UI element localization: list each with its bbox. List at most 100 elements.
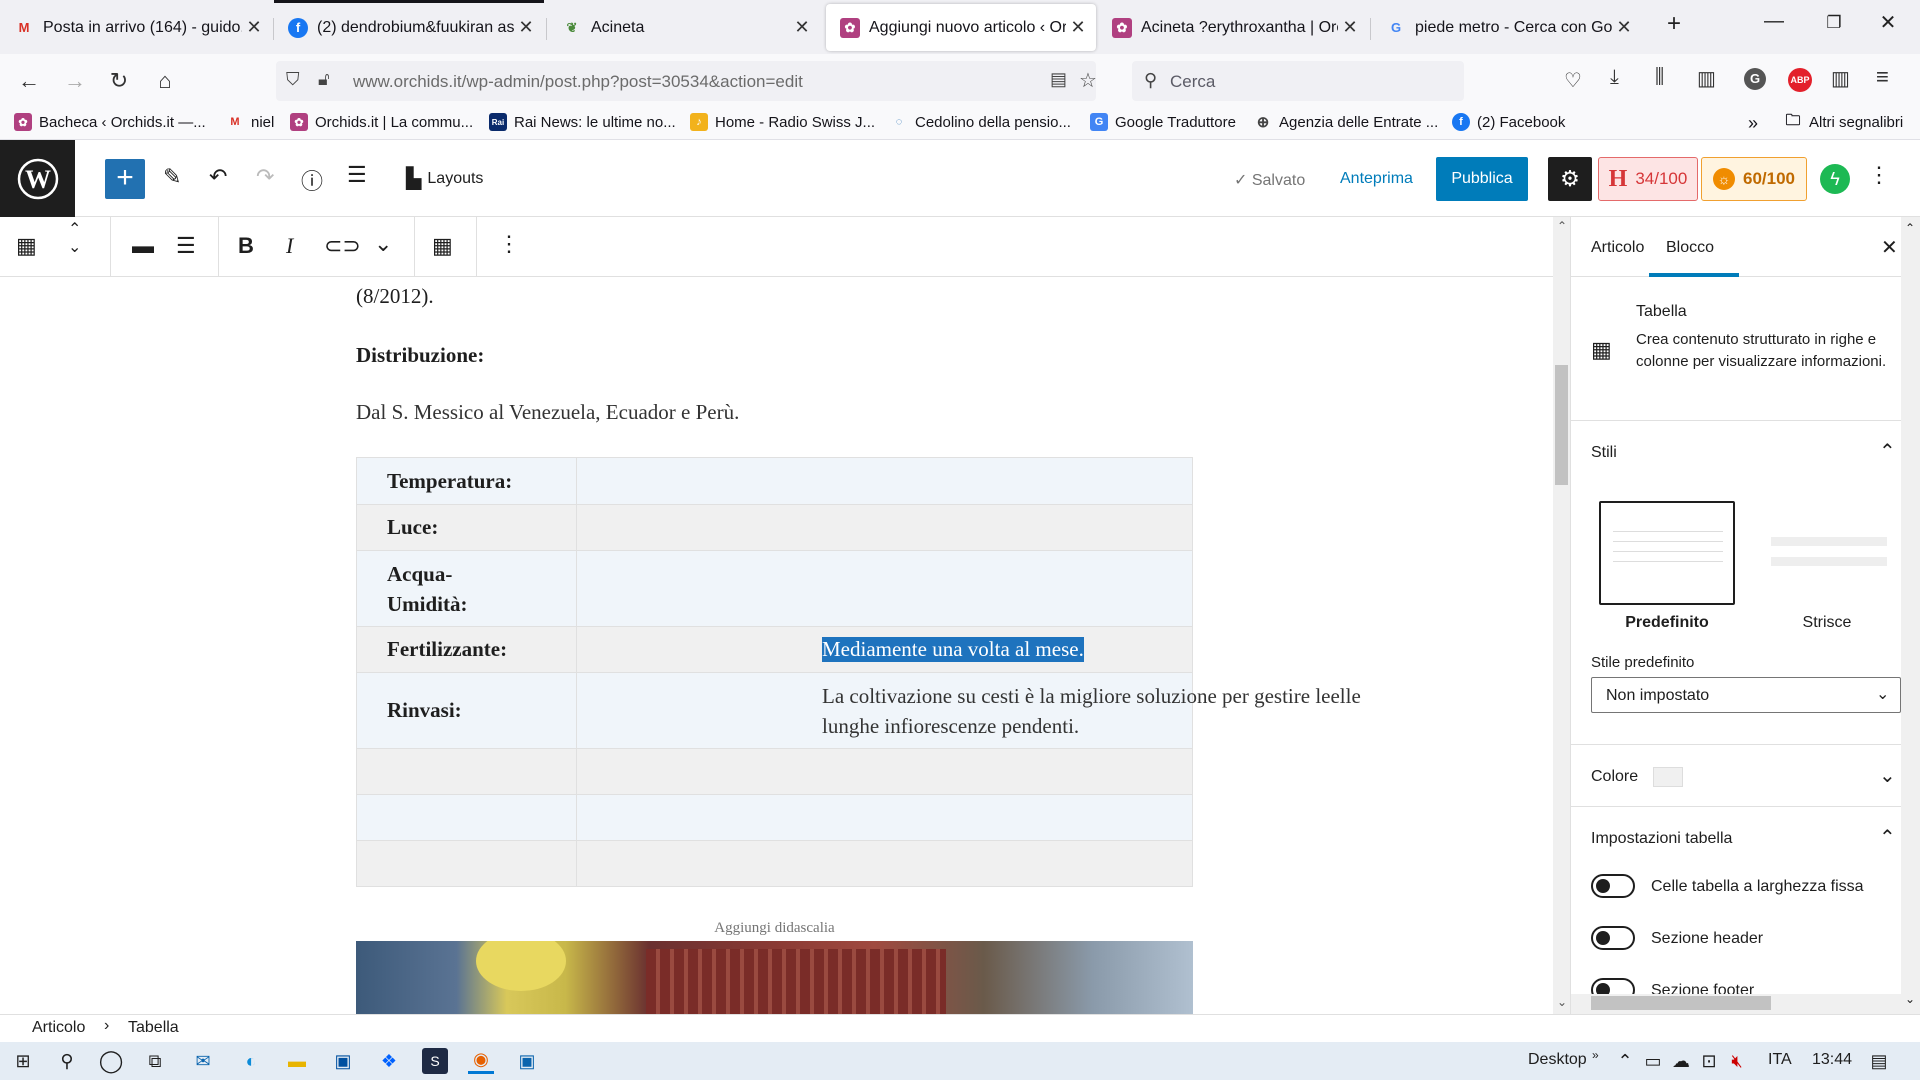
- edit-table-icon[interactable]: ▦: [432, 233, 453, 259]
- table-cell-value[interactable]: [576, 748, 1193, 795]
- lock-icon[interactable]: 🔓︎: [318, 69, 330, 90]
- tab-blocco[interactable]: Blocco: [1649, 217, 1739, 277]
- sidebar-hscrollbar[interactable]: [1571, 994, 1901, 1014]
- style-stripes-preview[interactable]: [1759, 501, 1895, 605]
- table-cell-value[interactable]: [576, 794, 1193, 841]
- cortana-icon[interactable]: ◯: [98, 1048, 124, 1074]
- chevron-down-icon[interactable]: ⌄: [1879, 763, 1896, 788]
- bookmark[interactable]: ♪ Home - Radio Swiss J...: [690, 113, 875, 131]
- bookmark[interactable]: ✿ Bacheca ‹ Orchids.it —...: [14, 113, 206, 131]
- bold-icon[interactable]: B: [238, 233, 254, 259]
- breadcrumb-articolo[interactable]: Articolo: [32, 1019, 85, 1037]
- download-icon[interactable]: ⤓: [1610, 66, 1619, 89]
- style-default-preview[interactable]: [1599, 501, 1735, 605]
- browser-tab[interactable]: f (2) dendrobium&fuukiran asso ✕: [274, 4, 544, 51]
- shield-icon[interactable]: ⛉: [286, 69, 300, 90]
- home-icon[interactable]: ⌂: [150, 66, 180, 96]
- bookmark-star-icon[interactable]: ☆: [1079, 68, 1097, 93]
- block-options-icon[interactable]: ⋮: [498, 231, 520, 257]
- new-tab-button[interactable]: +: [1654, 10, 1694, 38]
- table-cell-value[interactable]: [576, 504, 1193, 551]
- chevron-down-icon[interactable]: ⌄: [374, 231, 392, 257]
- more-options-icon[interactable]: ⋮: [1868, 162, 1890, 188]
- more-bookmarks-icon[interactable]: »: [1748, 113, 1758, 134]
- reader-view-icon[interactable]: ▤: [1050, 69, 1067, 90]
- undo-icon[interactable]: ↶: [209, 164, 227, 190]
- table-cell-label[interactable]: [356, 794, 577, 841]
- editor-scrollbar[interactable]: ⌃ ⌄: [1553, 217, 1570, 1014]
- close-tab-icon[interactable]: ✕: [514, 17, 538, 38]
- close-sidebar-icon[interactable]: ✕: [1881, 235, 1898, 260]
- selected-text[interactable]: Mediamente una volta al mese.: [822, 637, 1084, 662]
- clock[interactable]: 13:44: [1812, 1051, 1852, 1069]
- close-tab-icon[interactable]: ✕: [1338, 17, 1362, 38]
- layouts-button[interactable]: ▙ Layouts: [406, 166, 483, 191]
- close-tab-icon[interactable]: ✕: [790, 17, 814, 38]
- table-cell-value[interactable]: [576, 457, 1193, 505]
- table-block-icon[interactable]: ▦: [16, 233, 37, 259]
- distribution-heading[interactable]: Distribuzione:: [356, 343, 484, 368]
- language-indicator[interactable]: ITA: [1768, 1051, 1792, 1069]
- grammarly-icon[interactable]: G: [1744, 68, 1766, 90]
- network-icon[interactable]: ⊡: [1696, 1048, 1722, 1074]
- table-settings-title[interactable]: Impostazioni tabella: [1591, 830, 1732, 848]
- dropbox-icon[interactable]: ❖: [376, 1048, 402, 1074]
- url-bar[interactable]: ⛉ 🔓︎ www.orchids.it/wp-admin/post.php?po…: [276, 61, 1097, 101]
- table-cell-label[interactable]: [356, 748, 577, 795]
- search-icon[interactable]: ⚲: [54, 1048, 80, 1074]
- restore-button[interactable]: ❐: [1814, 13, 1854, 33]
- store-icon[interactable]: ▣: [330, 1048, 356, 1074]
- desktop-toolbar[interactable]: Desktop: [1528, 1051, 1587, 1069]
- cloud-icon[interactable]: ☁: [1668, 1048, 1694, 1074]
- caption-placeholder[interactable]: Aggiungi didascalia: [356, 920, 1193, 937]
- breadcrumb-tabella[interactable]: Tabella: [128, 1019, 179, 1037]
- table-cell-value[interactable]: La coltivazione su cesti è la migliore s…: [576, 672, 1361, 749]
- default-style-select[interactable]: Non impostato ⌄: [1591, 677, 1901, 713]
- readability-score-badge[interactable]: ☼ 60/100: [1701, 157, 1807, 201]
- library-icon[interactable]: ⫼: [1655, 66, 1664, 89]
- table-cell-value[interactable]: [576, 840, 1193, 887]
- extension-icon[interactable]: ▥: [1831, 66, 1850, 91]
- battery-icon[interactable]: ▭: [1640, 1048, 1666, 1074]
- jetpack-icon[interactable]: ϟ: [1820, 164, 1850, 194]
- chevron-up-icon[interactable]: ⌃: [1879, 825, 1896, 850]
- edit-tool-icon[interactable]: ✎: [163, 164, 181, 190]
- italic-icon[interactable]: I: [286, 233, 293, 259]
- table-cell-label[interactable]: Temperatura:: [356, 457, 577, 505]
- bookmark[interactable]: ⊕ Agenzia delle Entrate ...: [1254, 113, 1439, 132]
- search-field[interactable]: ⚲ Cerca: [1132, 61, 1464, 101]
- table-cell-label[interactable]: Luce:: [356, 504, 577, 551]
- align-icon[interactable]: ▬: [132, 233, 154, 259]
- firefox-icon[interactable]: ◉: [468, 1048, 494, 1074]
- forward-icon[interactable]: →: [60, 66, 90, 96]
- table-cell-label[interactable]: Rinvasi:: [356, 672, 577, 749]
- chevron-up-icon[interactable]: ⌃: [1612, 1048, 1638, 1074]
- browser-tab[interactable]: G piede metro - Cerca con Goog ✕: [1372, 4, 1642, 51]
- bookmark[interactable]: ◌ Cedolino della pensio...: [890, 113, 1071, 131]
- app-icon[interactable]: S: [422, 1048, 448, 1074]
- list-view-icon[interactable]: ☰: [347, 162, 367, 188]
- styles-panel-title[interactable]: Stili: [1591, 444, 1617, 462]
- color-panel-title[interactable]: Colore: [1591, 768, 1638, 786]
- bookmark[interactable]: G Google Traduttore: [1090, 113, 1236, 131]
- close-tab-icon[interactable]: ✕: [1612, 17, 1636, 38]
- header-section-toggle[interactable]: [1591, 926, 1635, 950]
- table-cell-value[interactable]: [576, 550, 1193, 627]
- file-explorer-icon[interactable]: ▬: [284, 1048, 310, 1074]
- sidebar-icon[interactable]: ▥: [1697, 66, 1716, 91]
- distribution-paragraph[interactable]: Dal S. Messico al Venezuela, Ecuador e P…: [356, 400, 739, 425]
- browser-tab-active[interactable]: ✿ Aggiungi nuovo articolo ‹ Orch ✕: [826, 4, 1096, 51]
- style-default-label[interactable]: Predefinito: [1599, 614, 1735, 632]
- details-icon[interactable]: ⓘ: [301, 164, 323, 196]
- style-stripes-label[interactable]: Strisce: [1759, 614, 1895, 632]
- menu-icon[interactable]: ≡: [1876, 64, 1889, 90]
- add-block-button[interactable]: +: [105, 159, 145, 199]
- table-cell-value[interactable]: Mediamente una volta al mese.: [576, 626, 1193, 673]
- browser-tab[interactable]: ✿ Acineta ?erythroxantha | Orchi ✕: [1098, 4, 1368, 51]
- tab-articolo[interactable]: Articolo: [1591, 239, 1644, 257]
- close-tab-icon[interactable]: ✕: [242, 17, 266, 38]
- mail-icon[interactable]: ✉: [190, 1048, 216, 1074]
- fixed-width-toggle[interactable]: [1591, 874, 1635, 898]
- minimize-button[interactable]: —: [1754, 10, 1794, 33]
- edge-icon[interactable]: ◐: [238, 1048, 264, 1074]
